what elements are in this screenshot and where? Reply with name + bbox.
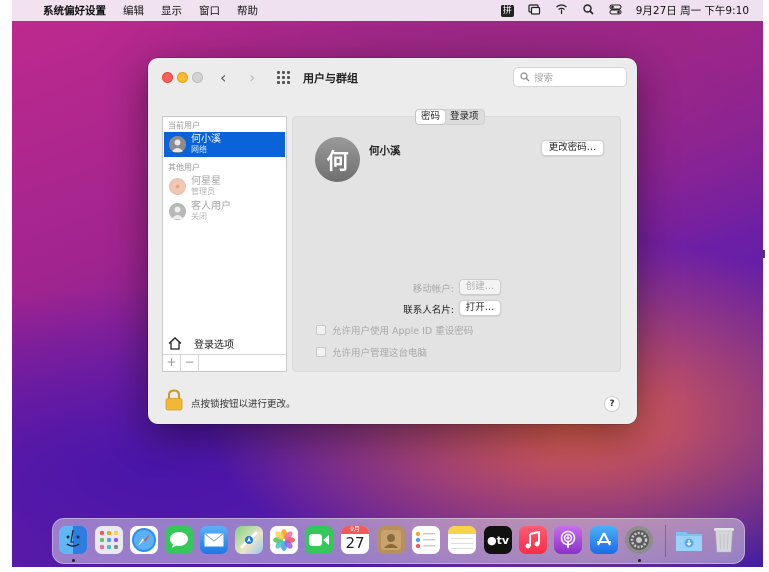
calendar-day: 27 <box>345 534 365 552</box>
flower-avatar-icon <box>169 178 186 195</box>
mission-control-icon[interactable] <box>528 3 541 18</box>
menu-app-name[interactable]: 系统偏好设置 <box>43 3 106 18</box>
search-field[interactable]: 搜索 <box>513 67 627 87</box>
window-title: 用户与群组 <box>303 72 358 85</box>
calendar-icon[interactable]: 9月 27 <box>341 526 369 554</box>
mail-icon[interactable] <box>200 526 228 554</box>
reminders-icon[interactable] <box>412 526 440 554</box>
system-preferences-running-dot <box>638 559 641 562</box>
users-groups-window: ‹ › 用户与群组 搜索 当前用户 何小溪 网络 其他用户 何星星 管理员 客人… <box>148 58 637 424</box>
tv-label: tv <box>496 533 510 547</box>
notes-icon[interactable] <box>448 526 476 554</box>
show-all-grid-icon[interactable] <box>277 71 290 84</box>
menu-help[interactable]: 帮助 <box>237 3 258 18</box>
input-method-icon[interactable]: 拼 <box>500 4 514 17</box>
close-button[interactable] <box>162 72 173 83</box>
back-arrow-icon[interactable]: ‹ <box>220 68 226 87</box>
resize-cursor-mark <box>763 250 765 258</box>
allow-admin-checkbox: 允许用户管理这台电脑 <box>316 345 427 359</box>
launchpad-icon[interactable] <box>95 526 123 554</box>
tv-apple-glyph: ● <box>486 533 497 547</box>
current-users-header: 当前用户 <box>168 121 200 130</box>
checkbox-box <box>316 325 326 335</box>
lock-instruction-text: 点按锁按钮以进行更改。 <box>191 399 296 410</box>
add-user-button[interactable]: + <box>163 355 181 371</box>
tv-icon[interactable]: ● tv <box>484 526 512 554</box>
sidebar-user-admin[interactable]: 何星星 管理员 <box>164 174 285 199</box>
menu-bar: 系统偏好设置 编辑 显示 窗口 帮助 拼 9月27日 周一 下午9:10 <box>12 0 763 21</box>
photos-icon[interactable] <box>270 526 298 554</box>
add-remove-bar: + − <box>163 354 286 371</box>
search-icon <box>520 72 530 82</box>
safari-icon[interactable] <box>130 526 158 554</box>
downloads-folder-icon[interactable] <box>675 526 703 554</box>
sidebar-user-guest[interactable]: 客人用户 关闭 <box>164 199 285 224</box>
messages-icon[interactable] <box>165 526 193 554</box>
house-icon <box>168 337 182 350</box>
zoom-button <box>192 72 203 83</box>
mobile-account-label: 移动帐户: <box>412 284 454 295</box>
search-placeholder: 搜索 <box>534 73 554 84</box>
tab-control: 密码 登录项 <box>415 109 485 125</box>
change-password-button[interactable]: 更改密码… <box>541 140 604 156</box>
system-preferences-icon[interactable] <box>625 526 653 554</box>
finder-running-dot <box>72 559 75 562</box>
dock-separator <box>665 525 666 557</box>
allow-reset-appleid-label: 允许用户使用 Apple ID 重设密码 <box>332 326 474 337</box>
guest-avatar-icon <box>169 203 186 220</box>
open-contact-card-button[interactable]: 打开… <box>459 300 501 316</box>
sidebar-user-name: 何小溪 <box>191 134 221 145</box>
app-store-icon[interactable] <box>590 526 618 554</box>
help-button[interactable]: ? <box>604 396 620 412</box>
allow-admin-label: 允许用户管理这台电脑 <box>332 348 428 359</box>
trash-icon[interactable] <box>710 526 738 554</box>
sidebar-user-role: 关闭 <box>191 212 207 221</box>
wifi-icon[interactable] <box>555 3 568 18</box>
login-options-item[interactable]: 登录选项 <box>168 336 234 351</box>
tab-login-items[interactable]: 登录项 <box>445 110 484 124</box>
user-full-name: 何小溪 <box>369 145 401 157</box>
dock: 9月 27 ● tv <box>52 518 745 564</box>
users-sidebar: 当前用户 何小溪 网络 其他用户 何星星 管理员 客人用户 关闭 登录选项 + … <box>162 116 287 372</box>
user-avatar[interactable]: 何 <box>315 137 360 182</box>
minimize-button[interactable] <box>177 72 188 83</box>
allow-reset-appleid-checkbox: 允许用户使用 Apple ID 重设密码 <box>316 323 473 337</box>
window-titlebar: ‹ › 用户与群组 搜索 <box>148 58 637 98</box>
checkbox-box <box>316 347 326 357</box>
tab-password[interactable]: 密码 <box>416 110 446 124</box>
control-center-icon[interactable] <box>609 3 622 18</box>
spotlight-search-icon[interactable] <box>582 3 595 18</box>
other-users-header: 其他用户 <box>168 163 200 172</box>
maps-icon[interactable] <box>235 526 263 554</box>
menu-edit[interactable]: 编辑 <box>123 3 144 18</box>
podcasts-icon[interactable] <box>554 526 582 554</box>
remove-user-button[interactable]: − <box>181 355 199 371</box>
create-mobile-account-button: 创建… <box>459 279 501 295</box>
sidebar-user-name: 何星星 <box>191 176 221 187</box>
music-icon[interactable] <box>519 526 547 554</box>
menu-window[interactable]: 窗口 <box>199 3 220 18</box>
forward-arrow-icon: › <box>249 68 256 87</box>
menubar-clock[interactable]: 9月27日 周一 下午9:10 <box>636 3 749 18</box>
sidebar-user-current[interactable]: 何小溪 网络 <box>164 132 285 157</box>
login-options-label: 登录选项 <box>194 340 234 351</box>
contact-card-label: 联系人名片: <box>403 305 454 316</box>
lock-icon[interactable] <box>165 389 183 411</box>
user-avatar-icon <box>169 136 186 153</box>
calendar-month: 9月 <box>341 526 369 534</box>
facetime-icon[interactable] <box>305 526 333 554</box>
menu-view[interactable]: 显示 <box>161 3 182 18</box>
sidebar-user-role: 网络 <box>191 145 207 154</box>
sidebar-user-role: 管理员 <box>191 187 215 196</box>
finder-icon[interactable] <box>59 526 87 554</box>
sidebar-user-name: 客人用户 <box>191 201 231 212</box>
contacts-icon[interactable] <box>377 526 405 554</box>
